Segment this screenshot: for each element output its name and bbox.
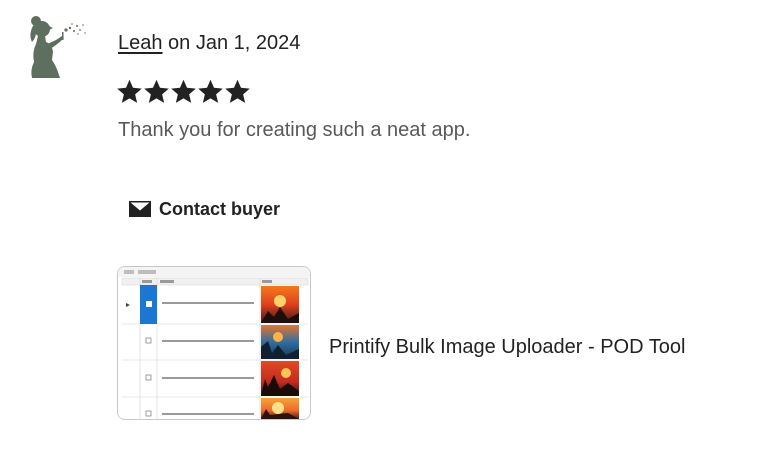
contact-buyer-button[interactable]: Contact buyer <box>128 198 280 220</box>
reviewer-avatar <box>30 16 86 78</box>
star-filled-icon <box>171 79 196 103</box>
product-title-link[interactable]: Printify Bulk Image Uploader - POD Tool <box>329 334 685 360</box>
star-filled-icon <box>198 79 223 103</box>
contact-buyer-label: Contact buyer <box>159 198 281 219</box>
envelope-icon <box>129 201 151 217</box>
star-filled-icon <box>225 79 250 103</box>
review-header: Leah on Jan 1, 2024 <box>118 30 300 56</box>
review-text: Thank you for creating such a neat app. <box>118 119 471 141</box>
star-filled-icon <box>117 79 142 103</box>
star-filled-icon <box>144 79 169 103</box>
reviewer-name-link[interactable]: Leah <box>118 32 163 54</box>
product-thumbnail[interactable] <box>117 266 311 420</box>
star-rating <box>116 78 251 105</box>
review-date: on Jan 1, 2024 <box>162 32 301 54</box>
